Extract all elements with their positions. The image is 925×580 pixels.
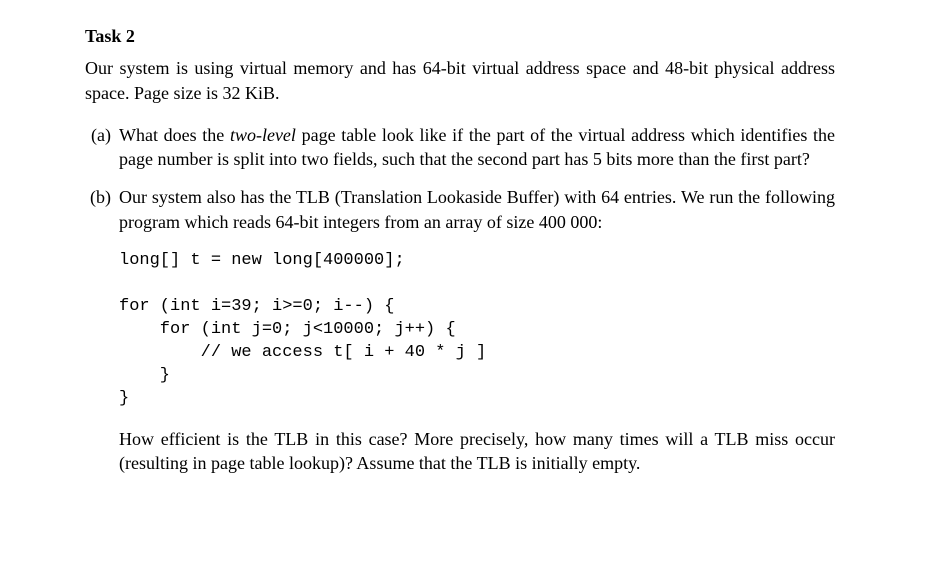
item-b-intro-post: : bbox=[597, 212, 602, 232]
item-a-em: two-level bbox=[230, 125, 296, 145]
item-b: (b) Our system also has the TLB (Transla… bbox=[85, 185, 835, 475]
task-heading: Task 2 bbox=[85, 24, 835, 48]
item-b-followup: How efficient is the TLB in this case? M… bbox=[119, 427, 835, 476]
item-b-intro-pre: Our system also has the TLB (Translation… bbox=[119, 187, 835, 231]
item-a: (a) What does the two-level page table l… bbox=[85, 123, 835, 172]
item-a-body: What does the two-level page table look … bbox=[119, 123, 835, 172]
task-intro: Our system is using virtual memory and h… bbox=[85, 56, 835, 105]
item-b-body: Our system also has the TLB (Translation… bbox=[119, 185, 835, 475]
code-block: long[] t = new long[400000]; for (int i=… bbox=[119, 250, 835, 411]
item-b-intro-num: 400 000 bbox=[539, 212, 598, 232]
item-a-text-pre: What does the bbox=[119, 125, 230, 145]
item-a-label: (a) bbox=[85, 123, 119, 172]
item-b-label: (b) bbox=[85, 185, 119, 475]
